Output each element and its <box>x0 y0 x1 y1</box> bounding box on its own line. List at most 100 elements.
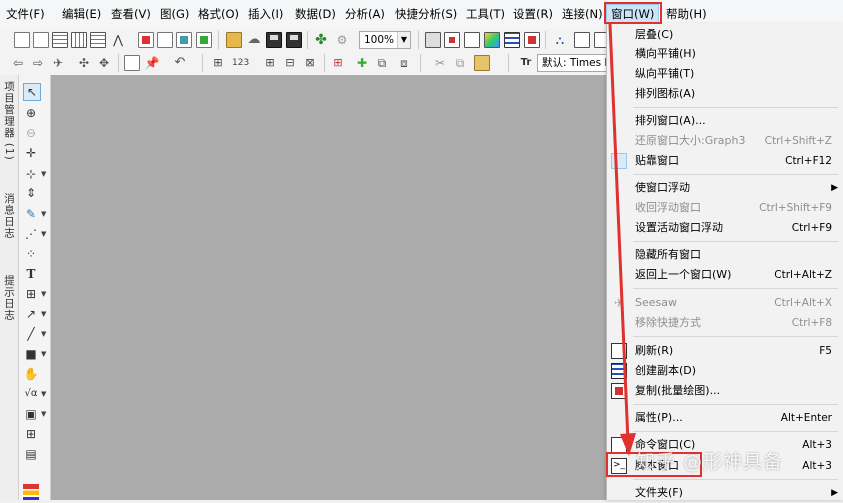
arrow-tool-icon[interactable]: ↗ <box>23 306 39 322</box>
font-select[interactable]: 默认: Times Ne <box>537 54 607 72</box>
save-template-icon[interactable] <box>286 32 302 48</box>
tab-messages-log[interactable]: 消息日志 <box>1 193 17 239</box>
menu-view[interactable]: 查看(V) <box>107 5 155 23</box>
copy-icon[interactable]: ⧉ <box>452 55 468 71</box>
new-report-icon[interactable] <box>196 32 212 48</box>
new-layout-icon[interactable] <box>138 32 154 48</box>
menu-edit[interactable]: 编辑(E) <box>58 5 105 23</box>
new-notes-icon[interactable] <box>157 32 173 48</box>
layer-content-icon[interactable]: ⧈ <box>396 55 412 71</box>
new-graph-icon[interactable]: ⋀ <box>110 32 126 48</box>
annotation-icon[interactable]: ⊞ <box>23 286 39 302</box>
group-icon[interactable] <box>124 55 140 71</box>
line-tool-icon[interactable]: ╱ <box>23 326 39 342</box>
menu-item-float-active[interactable]: 设置活动窗口浮动 Ctrl+F9 <box>607 218 843 238</box>
zoom-in-icon[interactable]: ⊕ <box>23 105 39 121</box>
menu-item-tile-vertical[interactable]: 纵向平铺(T) <box>607 64 843 84</box>
grid-add-icon[interactable]: ⊞ <box>262 55 278 71</box>
menu-item-previous-window[interactable]: 返回上一个窗口(W) Ctrl+Alt+Z <box>607 265 843 285</box>
insert-object-icon[interactable]: ▤ <box>23 446 39 462</box>
equation-icon[interactable]: √α <box>23 386 39 402</box>
data-plot-icon[interactable]: 123 <box>232 55 249 71</box>
print-icon[interactable] <box>425 32 441 48</box>
menu-graph[interactable]: 图(G) <box>156 5 193 23</box>
menu-item-retract-float[interactable]: 收回浮动窗口 Ctrl+Shift+F9 <box>607 198 843 218</box>
menu-item-seesaw[interactable]: ✈ Seesaw Ctrl+Alt+X <box>607 293 843 313</box>
draw-data-icon[interactable]: ✎ <box>23 206 39 222</box>
new-folder-icon[interactable] <box>33 32 49 48</box>
push-pin-icon[interactable]: 📌 <box>144 55 160 71</box>
workspace-area[interactable] <box>51 75 608 500</box>
region-icon[interactable]: ⁘ <box>23 246 39 262</box>
project-explorer-icon[interactable]: ⛬ <box>552 32 568 48</box>
grid-edit-icon[interactable]: ⊠ <box>302 55 318 71</box>
add-layer-icon[interactable]: ✣ <box>76 55 92 71</box>
recalculate-disabled-icon[interactable]: ⚙ <box>334 32 350 48</box>
rectangle-tool-icon[interactable]: ■ <box>23 346 39 362</box>
color-palette-icon[interactable] <box>23 484 39 500</box>
data-selector-icon[interactable]: ⇕ <box>23 185 39 201</box>
batch-plot-icon[interactable] <box>524 32 540 48</box>
menu-data[interactable]: 数据(D) <box>291 5 340 23</box>
save-icon[interactable] <box>266 32 282 48</box>
menu-item-properties[interactable]: 属性(P)... Alt+Enter <box>607 408 843 428</box>
arrow-right-icon[interactable]: ⇨ <box>30 55 46 71</box>
new-matrix-icon[interactable] <box>71 32 87 48</box>
menu-format[interactable]: 格式(O) <box>194 5 243 23</box>
arrow-left-icon[interactable]: ⇦ <box>10 55 26 71</box>
copy-page-icon[interactable] <box>464 32 480 48</box>
recalculate-icon[interactable]: ✤ <box>313 32 329 48</box>
plot-setup-icon[interactable]: ⧉ <box>374 55 390 71</box>
new-project-icon[interactable] <box>14 32 30 48</box>
table-icon[interactable]: ⊞ <box>210 55 226 71</box>
menu-file[interactable]: 文件(F) <box>2 5 49 23</box>
grid-remove-icon[interactable]: ⊟ <box>282 55 298 71</box>
menu-item-arrange-windows[interactable]: 排列窗口(A)... <box>607 111 843 131</box>
menu-item-dock-window[interactable]: 贴靠窗口 Ctrl+F12 <box>607 151 843 171</box>
text-tool-icon[interactable]: T <box>23 266 39 282</box>
mask-points-icon[interactable]: ⋰ <box>23 226 39 242</box>
menu-item-batch-plot[interactable]: 复制(批量绘图)... <box>607 381 843 401</box>
export-icon[interactable] <box>444 32 460 48</box>
hand-icon[interactable]: ✋ <box>23 366 39 382</box>
menu-item-float-window[interactable]: 使窗口浮动 ▶ <box>607 178 843 198</box>
insert-table-icon[interactable]: ⊞ <box>23 426 39 442</box>
pointer-icon[interactable]: ↖ <box>23 83 41 101</box>
mask-icon[interactable]: ⊞ <box>330 55 346 71</box>
menu-item-hide-all[interactable]: 隐藏所有窗口 <box>607 245 843 265</box>
cloud-icon[interactable]: ☁ <box>246 32 262 48</box>
screen-reader-icon[interactable]: ⊹ <box>23 166 39 182</box>
open-folder-icon[interactable] <box>226 32 242 48</box>
menu-item-refresh[interactable]: 刷新(R) F5 <box>607 341 843 361</box>
cut-icon[interactable]: ✂ <box>432 55 448 71</box>
menu-item-tile-horizontal[interactable]: 横向平铺(H) <box>607 44 843 64</box>
add-axis-icon[interactable]: ✥ <box>96 55 112 71</box>
zoom-select[interactable]: 100% ▼ <box>359 31 411 49</box>
color-icon[interactable] <box>484 32 500 48</box>
new-sheet-icon[interactable] <box>90 32 106 48</box>
menu-item-restore-size[interactable]: 还原窗口大小:Graph3 Ctrl+Shift+Z <box>607 131 843 151</box>
add-plot-icon[interactable]: ✚ <box>354 55 370 71</box>
results-log-icon[interactable] <box>574 32 590 48</box>
menu-settings[interactable]: 设置(R) <box>509 5 557 23</box>
tab-project-explorer[interactable]: 项目管理器 (1) <box>1 81 17 161</box>
new-workbook-icon[interactable] <box>52 32 68 48</box>
zoom-out-icon[interactable]: ⊖ <box>23 125 39 141</box>
paste-icon[interactable] <box>474 55 490 71</box>
data-reader-icon[interactable]: ✛ <box>23 145 39 161</box>
tab-hints-log[interactable]: 提示日志 <box>1 275 17 321</box>
new-function-icon[interactable] <box>176 32 192 48</box>
menu-quick-analysis[interactable]: 快捷分析(S) <box>391 5 461 23</box>
menu-item-folders[interactable]: 文件夹(F) ▶ <box>607 483 843 503</box>
duplicate-icon[interactable] <box>504 32 520 48</box>
pin-icon[interactable]: ✈ <box>50 55 66 71</box>
menu-item-cascade[interactable]: 层叠(C) <box>607 25 843 45</box>
menu-analysis[interactable]: 分析(A) <box>341 5 389 23</box>
menu-item-duplicate[interactable]: 创建副本(D) <box>607 361 843 381</box>
menu-tools[interactable]: 工具(T) <box>462 5 509 23</box>
menu-item-remove-shortcut[interactable]: 移除快捷方式 Ctrl+F8 <box>607 313 843 333</box>
menu-insert[interactable]: 插入(I) <box>244 5 287 23</box>
menu-help[interactable]: 帮助(H) <box>662 5 711 23</box>
insert-graph-icon[interactable]: ▣ <box>23 406 39 422</box>
menu-item-arrange-icons[interactable]: 排列图标(A) <box>607 84 843 104</box>
